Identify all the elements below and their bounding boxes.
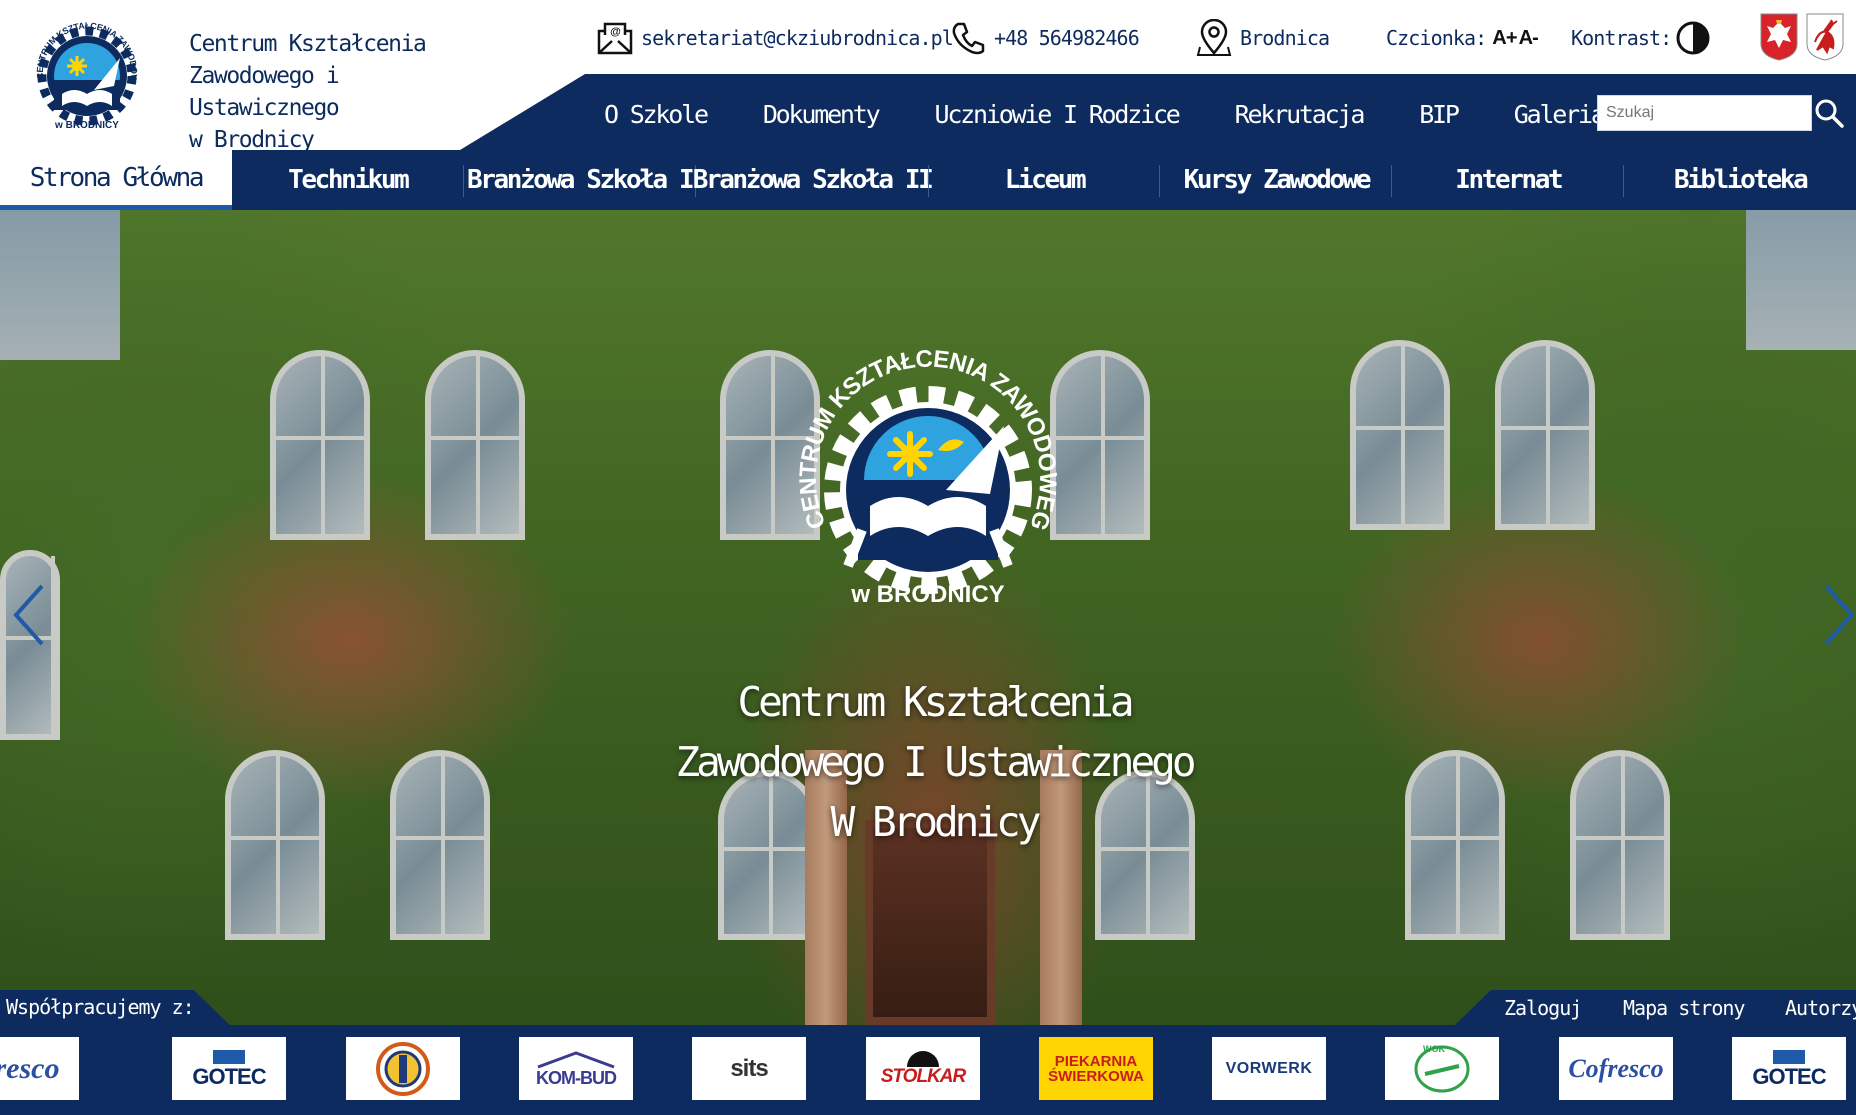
- logo-bottom-text: w BRODNICY: [54, 120, 119, 131]
- hero-title-line: W Brodnicy: [830, 798, 1042, 846]
- emblems: [1759, 12, 1845, 62]
- top-nav: O Szkole Dokumenty Uczniowie I Rodzice R…: [604, 94, 1741, 134]
- sunflower-icon: [887, 431, 933, 477]
- nav-liceum[interactable]: Liceum: [929, 150, 1161, 210]
- school-name[interactable]: Centrum Kształcenia Zawodowego i Ustawic…: [189, 28, 469, 156]
- partner-logo[interactable]: fresco: [0, 1037, 79, 1100]
- contrast-control: Kontrast:: [1571, 18, 1719, 58]
- partner-logo[interactable]: PIEKARNIA ŚWIERKOWA: [1039, 1037, 1153, 1100]
- location-link[interactable]: Brodnica: [1196, 18, 1330, 58]
- svg-text:@: @: [610, 26, 621, 38]
- partner-logo[interactable]: STOLKAR: [866, 1037, 980, 1100]
- top-nav-rekrutacja[interactable]: Rekrutacja: [1235, 100, 1366, 129]
- poland-emblem-icon[interactable]: [1759, 12, 1799, 62]
- font-increase-button[interactable]: A+: [1492, 27, 1517, 50]
- search-button[interactable]: [1812, 95, 1845, 131]
- gotec-mark-icon: [213, 1049, 245, 1064]
- deer-coat-of-arms-icon[interactable]: [1805, 12, 1845, 62]
- site-header: CENTRUM KSZTAŁCENIA ZAWODOWEGO I USTAWIC…: [0, 0, 1856, 153]
- font-decrease-button[interactable]: A-: [1519, 27, 1539, 50]
- partners-carousel: fresco GOTEC KOM-BUD sits STOLKAR PIEKAR…: [0, 1025, 1856, 1115]
- phone-text: +48 564982466: [994, 26, 1140, 50]
- contrast-label: Kontrast:: [1571, 26, 1672, 50]
- envelope-icon: @: [597, 22, 633, 55]
- partners-label: Współpracujemy z:: [0, 990, 230, 1025]
- partner-logo[interactable]: VORWERK: [1212, 1037, 1326, 1100]
- nav-biblioteka[interactable]: Biblioteka: [1624, 150, 1856, 210]
- hero-slider: CENTRUM KSZTAŁCENIA ZAWODOWEGO I USTAWIC…: [0, 210, 1856, 1025]
- partner-logo[interactable]: sits: [692, 1037, 806, 1100]
- main-nav: Strona Główna Technikum Branżowa Szkoła …: [0, 150, 1856, 210]
- school-name-line: Zawodowego i Ustawicznego: [189, 63, 340, 121]
- top-nav-uczniowie-i-rodzice[interactable]: Uczniowie I Rodzice: [934, 100, 1180, 129]
- top-nav-o-szkole[interactable]: O Szkole: [604, 100, 709, 129]
- hero-title-line: Centrum Kształcenia: [737, 678, 1135, 726]
- gotec-mark-icon: [1773, 1049, 1805, 1064]
- phone-link[interactable]: +48 564982466: [950, 18, 1140, 58]
- search-input[interactable]: [1597, 95, 1812, 131]
- login-link[interactable]: Zaloguj: [1504, 996, 1582, 1020]
- email-text: sekretariat@ckziubrodnica.pl: [641, 26, 954, 50]
- partner-logo[interactable]: KOM-BUD: [519, 1037, 633, 1100]
- roof-icon: [537, 1050, 615, 1068]
- hero-title: Centrum Kształcenia Zawodowego I Ustawic…: [634, 672, 1234, 852]
- hero-title-line: Zawodowego I Ustawicznego: [675, 738, 1196, 786]
- nav-technikum[interactable]: Technikum: [232, 150, 464, 210]
- hero-school-logo: CENTRUM KSZTAŁCENIA ZAWODOWEGO I USTAWIC…: [767, 309, 1078, 630]
- font-size-label: Czcionka:: [1386, 26, 1487, 50]
- school-name-line: Centrum Kształcenia: [189, 31, 427, 57]
- nav-strona-glowna[interactable]: Strona Główna: [0, 150, 232, 210]
- contrast-icon[interactable]: [1675, 20, 1711, 56]
- search-form: [1597, 95, 1845, 131]
- top-nav-bip[interactable]: BIP: [1419, 100, 1460, 129]
- school-logo[interactable]: CENTRUM KSZTAŁCENIA ZAWODOWEGO I USTAWIC…: [18, 2, 152, 142]
- authors-link[interactable]: Autorzy: [1785, 996, 1856, 1020]
- map-pin-icon: [1196, 19, 1232, 56]
- nav-branzowa-szkola-2[interactable]: Branżowa Szkoła II: [693, 150, 934, 210]
- top-nav-dokumenty[interactable]: Dokumenty: [763, 100, 881, 129]
- nav-branzowa-szkola-1[interactable]: Branżowa Szkoła I: [464, 150, 696, 210]
- saw-blade-icon: [907, 1051, 939, 1067]
- partner-emblem-icon: [376, 1041, 430, 1096]
- partner-logo[interactable]: GOTEC: [172, 1037, 286, 1100]
- nav-internat[interactable]: Internat: [1392, 150, 1625, 210]
- font-size-control: Czcionka: A+ A-: [1386, 18, 1539, 58]
- sitemap-link[interactable]: Mapa strony: [1623, 996, 1745, 1020]
- partner-logo[interactable]: [346, 1037, 460, 1100]
- nav-kursy-zawodowe[interactable]: Kursy Zawodowe: [1160, 150, 1393, 210]
- partner-logo[interactable]: GOTEC: [1732, 1037, 1846, 1100]
- top-nav-galeria[interactable]: Galeria: [1514, 100, 1606, 129]
- partner-logo[interactable]: WOK: [1385, 1037, 1499, 1100]
- search-icon: [1815, 99, 1844, 128]
- partner-logo[interactable]: Cofresco: [1559, 1037, 1673, 1100]
- slider-next-arrow-icon[interactable]: [1818, 580, 1856, 650]
- footer-links: Zaloguj Mapa strony Autorzy: [1455, 990, 1856, 1025]
- email-link[interactable]: @ sekretariat@ckziubrodnica.pl: [597, 18, 954, 58]
- slider-prev-arrow-icon[interactable]: [10, 580, 50, 650]
- phone-icon: [952, 22, 985, 55]
- city-text: Brodnica: [1240, 26, 1330, 50]
- hero-logo-bottom-text: w BRODNICY: [850, 581, 1004, 608]
